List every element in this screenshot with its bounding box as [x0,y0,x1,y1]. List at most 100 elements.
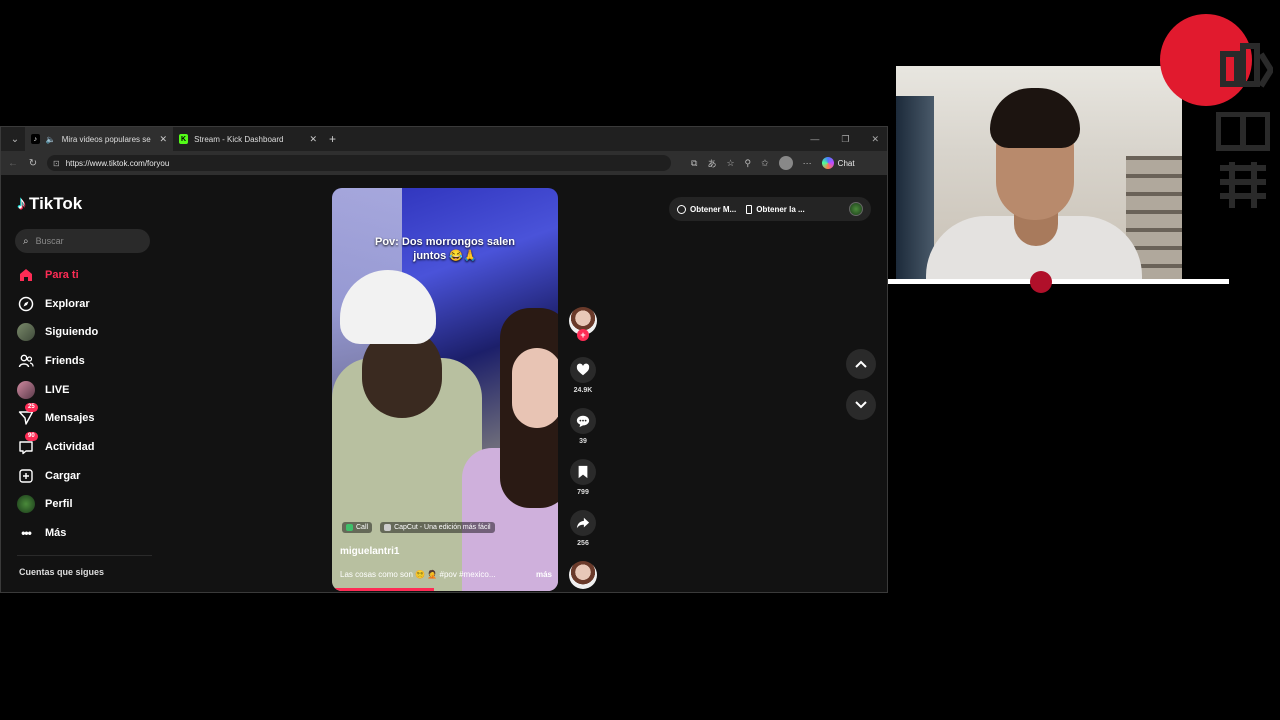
nav-item-actividad[interactable]: 90 Actividad [17,432,95,458]
nav-item-siguiendo[interactable]: Siguiendo [17,321,98,343]
video-caption: Las cosas como son 😵‍💫 🤦 #pov #mexico...… [340,570,552,579]
toolbar-icons: ⧉ あ ☆ ⚲ ✩ ⋯ Chat [691,151,855,175]
get-app-chip[interactable]: Obtener la ... [746,204,805,214]
tiktok-logo[interactable]: ♪ TikTok [17,193,82,214]
like-button[interactable] [570,357,596,383]
close-window-icon[interactable]: ✕ [871,134,879,145]
tab-list-chevron-icon[interactable]: ⌄ [5,134,25,145]
caption-more-link[interactable]: más [536,570,552,579]
tab-tiktok[interactable]: ♪ 🔈 Mira videos populares selecci ✕ [25,127,173,151]
webcam-person [990,88,1080,148]
next-video-button[interactable] [846,390,876,420]
bookmark-icon [578,465,588,479]
tab-kick[interactable]: K Stream - Kick Dashboard ✕ [173,127,323,151]
chevron-down-icon [855,396,867,414]
search-placeholder: Buscar [35,236,64,246]
profile-avatar[interactable] [778,156,793,170]
search-input[interactable]: ⌕ Buscar [15,229,150,253]
window-controls: — ❐ ✕ [810,127,879,151]
video-player[interactable]: Pov: Dos morrongos salen juntos 😂🙏 Call … [332,188,558,591]
tiktok-page: ♪ TikTok ⌕ Buscar Para ti Explorar Sigui… [3,177,885,592]
more-menu-icon[interactable]: ⋯ [803,158,812,169]
sound-avatar[interactable] [569,561,597,589]
nav-label: Para ti [45,269,79,281]
favorite-star-icon[interactable]: ☆ [726,158,734,169]
video-progress-bar[interactable] [332,588,434,591]
search-icon: ⌕ [23,235,29,247]
nav-item-friends[interactable]: Friends [17,350,85,372]
browser-window: ⌄ ♪ 🔈 Mira videos populares selecci ✕ K … [0,126,888,593]
copilot-icon [821,157,834,169]
capcut-tag[interactable]: CapCut - Una edición más fácil [380,522,495,533]
tag-label: Call [356,524,369,531]
share-button[interactable] [570,510,596,536]
nav-label: LIVE [45,384,70,396]
new-tab-icon[interactable]: + [329,132,336,146]
tab-title: Stream - Kick Dashboard [194,134,284,144]
like-count: 24.9K [573,387,593,394]
nav-label: Mensajes [45,412,95,424]
nav-label: Siguiendo [45,326,99,338]
minimize-icon[interactable]: — [810,134,819,144]
nav-label: Más [45,527,67,539]
video-tags: Call CapCut - Una edición más fácil [342,522,495,533]
previous-video-button[interactable] [846,349,876,379]
nav-label: Friends [45,355,85,367]
logo-text: TikTok [29,193,83,213]
chip-label: Obtener la ... [756,204,805,214]
call-tag[interactable]: Call [342,522,373,533]
nav-item-cargar[interactable]: Cargar [17,465,80,487]
nav-item-live[interactable]: LIVE [17,379,69,401]
nav-item-explorar[interactable]: Explorar [17,293,90,315]
get-coins-chip[interactable]: Obtener M... [677,204,737,214]
tag-label: CapCut - Una edición más fácil [394,524,491,531]
nav-item-para-ti[interactable]: Para ti [17,264,79,286]
follow-plus-icon[interactable]: + [577,329,589,341]
close-tab-icon[interactable]: ✕ [159,134,167,145]
close-tab-icon[interactable]: ✕ [309,134,317,145]
video-username[interactable]: miguelantri1 [340,546,399,557]
webcam-feed [896,66,1182,280]
favorites-icon[interactable]: ✩ [761,158,769,169]
share-count: 256 [577,540,589,547]
nav-item-mas[interactable]: ••• Más [17,522,66,544]
comment-button[interactable] [570,408,596,434]
open-in-app-icon[interactable]: ⧉ [691,158,697,169]
avatar [17,381,35,399]
nav-item-mensajes[interactable]: 25 Mensajes [17,403,95,429]
save-button[interactable] [570,459,596,485]
overlay-divider [888,279,1229,284]
video-overlay-text: Pov: Dos morrongos salen juntos 😂🙏 [375,236,515,262]
inbox-icon: 90 [17,432,38,456]
copilot-label: Chat [837,158,855,168]
url-field[interactable]: ⊡ https://www.tiktok.com/foryou [47,155,671,171]
translate-icon[interactable]: あ [707,157,716,170]
user-avatar[interactable] [849,202,863,216]
tiktok-note-icon: ♪ [17,193,26,213]
save-count: 799 [577,489,589,496]
caption-text: Las cosas como son 😵‍💫 🤦 #pov #mexico... [340,570,496,579]
heart-icon [576,363,590,376]
reload-icon[interactable]: ↻ [23,158,43,169]
maximize-icon[interactable]: ❐ [841,134,849,145]
capcut-icon [384,524,392,531]
avatar [17,323,35,341]
chevron-up-icon [855,355,867,373]
copilot-chat-button[interactable]: Chat [821,157,855,169]
following-accounts-title: Cuentas que sigues [19,567,105,577]
share-icon [576,517,590,529]
nav-label: Perfil [45,498,73,510]
nav-label: Actividad [45,441,95,453]
brand-logo-icon [1220,43,1273,88]
get-app-chips: Obtener M... Obtener la ... [669,197,871,221]
nav-label: Explorar [45,298,90,310]
comment-count: 39 [579,438,587,445]
site-info-icon[interactable]: ⊡ [53,159,60,168]
home-icon [17,266,35,284]
chip-label: Obtener M... [690,204,737,214]
speaker-icon[interactable]: 🔈 [46,135,56,144]
nav-item-perfil[interactable]: Perfil [17,493,73,515]
extensions-icon[interactable]: ⚲ [745,158,752,169]
overlay-dot [1030,271,1052,293]
back-icon[interactable]: ← [3,158,23,169]
